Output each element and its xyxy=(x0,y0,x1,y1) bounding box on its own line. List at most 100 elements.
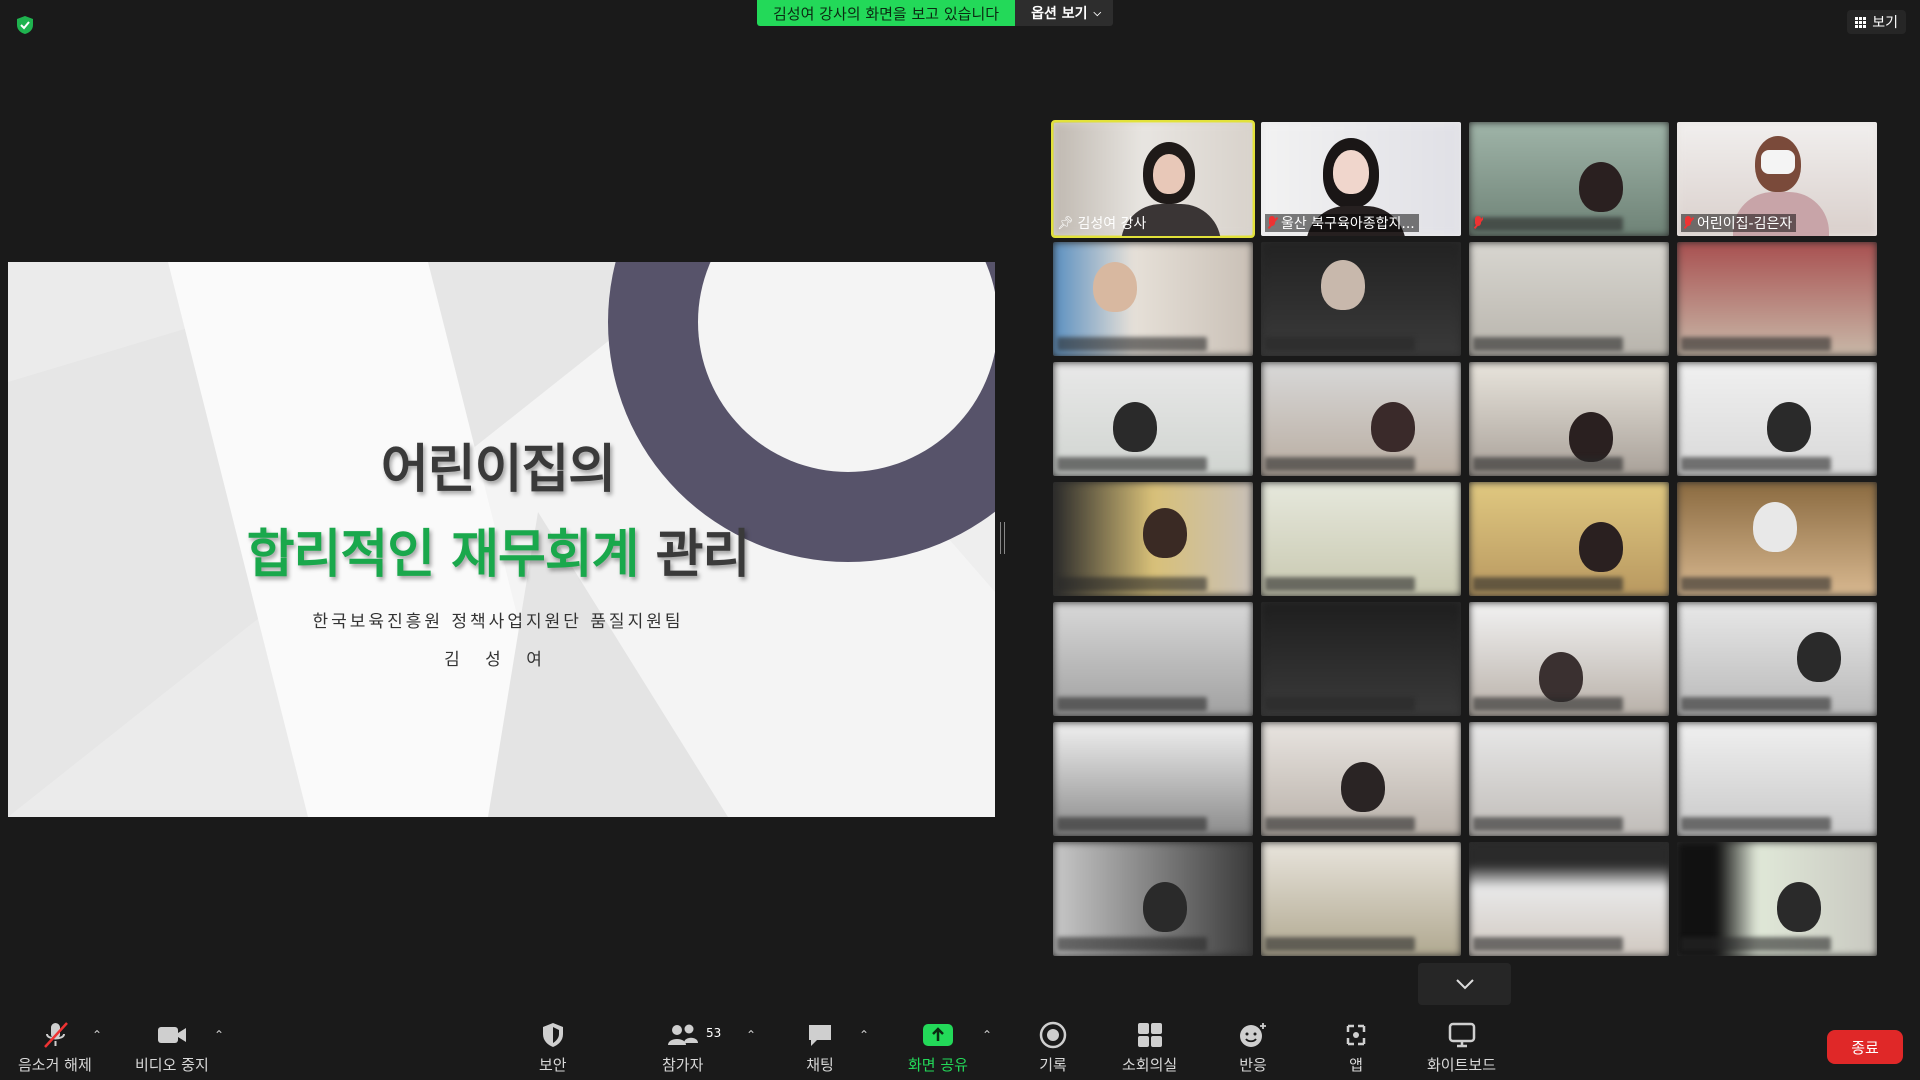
participant-tile[interactable] xyxy=(1261,362,1461,476)
split-resize-handle[interactable] xyxy=(1000,522,1005,554)
reactions-button[interactable]: 반응 xyxy=(1238,1020,1268,1075)
participant-name-label: 어린이집-김은자 xyxy=(1697,216,1793,232)
participant-tile[interactable]: 어린이집-김은자 xyxy=(1677,122,1877,236)
slide-title-dark-part: 관리 xyxy=(638,525,751,585)
participant-tile[interactable] xyxy=(1677,722,1877,836)
unmute-button[interactable]: 음소거 해제 xyxy=(18,1020,92,1075)
participant-tile[interactable] xyxy=(1677,602,1877,716)
participant-tile[interactable] xyxy=(1469,122,1669,236)
participant-tile[interactable] xyxy=(1261,242,1461,356)
muted-mic-icon xyxy=(1473,216,1483,230)
participant-tile[interactable] xyxy=(1677,242,1877,356)
unmute-label: 음소거 해제 xyxy=(18,1056,92,1074)
shield-icon xyxy=(542,1023,563,1047)
meeting-toolbar: 음소거 해제 ⌃ 비디오 중지 ⌃ 보안 참가자 53 ⌃ 채팅 ⌃ 화면 공유… xyxy=(0,1010,1920,1080)
participant-name-label: 김성여 강사 xyxy=(1077,216,1147,232)
participant-tile[interactable] xyxy=(1053,482,1253,596)
breakout-rooms-icon xyxy=(1137,1023,1162,1047)
share-banner-text: 김성여 강사의 화면을 보고 있습니다 xyxy=(757,0,1016,26)
security-label: 보안 xyxy=(539,1056,567,1074)
participant-tile[interactable] xyxy=(1053,242,1253,356)
chat-bubble-icon xyxy=(809,1025,831,1046)
whiteboard-label: 화이트보드 xyxy=(1427,1056,1497,1074)
participant-tile[interactable] xyxy=(1677,842,1877,956)
participants-icon xyxy=(667,1024,698,1045)
participant-tile[interactable] xyxy=(1469,482,1669,596)
stop-video-button[interactable]: 비디오 중지 xyxy=(135,1020,209,1075)
participant-tile[interactable] xyxy=(1261,602,1461,716)
apps-icon xyxy=(1346,1024,1366,1046)
participants-options-caret-icon[interactable]: ⌃ xyxy=(746,1028,756,1042)
slide-subtitle: 한국보육진흥원 정책사업지원단 품질지원팀 xyxy=(312,612,684,632)
participant-tile[interactable]: 울산 북구육아종합지... xyxy=(1261,122,1461,236)
participant-name: 어린이집-김은자 xyxy=(1681,214,1797,232)
participant-tile[interactable] xyxy=(1053,842,1253,956)
end-meeting-button[interactable]: 종료 xyxy=(1827,1030,1903,1064)
share-screen-label: 화면 공유 xyxy=(908,1056,968,1074)
participant-tile[interactable] xyxy=(1469,602,1669,716)
participant-tile[interactable] xyxy=(1053,722,1253,836)
pin-icon: 📌︎ xyxy=(1057,215,1074,231)
participant-name-blurred xyxy=(1473,217,1623,231)
whiteboard-icon xyxy=(1448,1022,1475,1048)
chat-label: 채팅 xyxy=(806,1056,834,1074)
participant-tile[interactable] xyxy=(1469,722,1669,836)
participant-tile[interactable]: 📌︎ 김성여 강사 xyxy=(1051,120,1255,238)
participant-tile[interactable] xyxy=(1261,722,1461,836)
chat-options-caret-icon[interactable]: ⌃ xyxy=(859,1028,869,1042)
participant-tile[interactable] xyxy=(1469,362,1669,476)
view-button-label: 보기 xyxy=(1872,15,1898,31)
participant-name xyxy=(1473,214,1483,232)
share-screen-arrow-icon xyxy=(922,1024,953,1046)
breakout-rooms-label: 소회의실 xyxy=(1122,1056,1178,1074)
breakout-rooms-button[interactable]: 소회의실 xyxy=(1122,1020,1177,1075)
record-label: 기록 xyxy=(1039,1056,1067,1074)
grid-icon xyxy=(1855,16,1867,28)
participants-label: 참가자 xyxy=(662,1056,704,1074)
apps-button[interactable]: 앱 xyxy=(1343,1020,1369,1075)
participant-tile[interactable] xyxy=(1261,842,1461,956)
chevron-down-icon xyxy=(1455,979,1474,990)
stop-video-label: 비디오 중지 xyxy=(135,1056,209,1074)
chevron-down-icon: ⌵ xyxy=(1093,7,1102,19)
gallery-scroll-down-button[interactable] xyxy=(1418,963,1511,1005)
record-button[interactable]: 기록 xyxy=(1039,1020,1067,1075)
chat-button[interactable]: 채팅 xyxy=(806,1020,834,1075)
screen-share-banner: 김성여 강사의 화면을 보고 있습니다 옵션 보기 ⌵ xyxy=(757,0,1114,26)
view-button[interactable]: 보기 xyxy=(1847,10,1906,34)
slide-title-line1: 어린이집의 xyxy=(380,440,616,500)
participant-name: 📌︎ 김성여 강사 xyxy=(1057,214,1147,233)
participant-tile[interactable] xyxy=(1469,242,1669,356)
record-icon xyxy=(1039,1021,1067,1049)
participants-button[interactable]: 참가자 xyxy=(662,1020,703,1075)
video-camera-icon xyxy=(157,1027,186,1043)
slide-title-green-part: 합리적인 재무회계 xyxy=(246,525,640,585)
participant-name-label: 울산 북구육아종합지... xyxy=(1281,216,1415,232)
audio-options-caret-icon[interactable]: ⌃ xyxy=(92,1028,102,1042)
participant-tile[interactable] xyxy=(1053,362,1253,476)
slide-title-line2: 합리적인 재무회계 관리 xyxy=(8,512,988,587)
muted-mic-icon xyxy=(43,1022,68,1048)
participant-name: 울산 북구육아종합지... xyxy=(1265,214,1419,232)
video-options-caret-icon[interactable]: ⌃ xyxy=(214,1028,224,1042)
participant-count: 53 xyxy=(706,1026,722,1040)
participant-tile[interactable] xyxy=(1469,842,1669,956)
view-options-label: 옵션 보기 xyxy=(1031,6,1088,22)
shared-screen-slide: 어린이집의 합리적인 재무회계 관리 한국보육진흥원 정책사업지원단 품질지원팀… xyxy=(8,262,995,817)
muted-mic-icon xyxy=(1267,216,1277,230)
security-button[interactable]: 보안 xyxy=(539,1020,567,1075)
smiley-plus-icon xyxy=(1240,1023,1266,1047)
participant-tile[interactable] xyxy=(1053,602,1253,716)
participant-tile[interactable] xyxy=(1677,482,1877,596)
whiteboard-button[interactable]: 화이트보드 xyxy=(1427,1020,1496,1075)
participant-tile[interactable] xyxy=(1261,482,1461,596)
muted-mic-icon xyxy=(1683,216,1693,230)
participant-gallery: 📌︎ 김성여 강사 울산 북구육아종합지... 어린이집-김은자 xyxy=(1051,120,1877,956)
reactions-label: 반응 xyxy=(1239,1056,1267,1074)
share-screen-button[interactable]: 화면 공유 xyxy=(908,1020,968,1075)
share-options-caret-icon[interactable]: ⌃ xyxy=(982,1028,992,1042)
apps-label: 앱 xyxy=(1349,1056,1363,1074)
security-shield-icon[interactable] xyxy=(14,14,36,36)
participant-tile[interactable] xyxy=(1677,362,1877,476)
view-options-button[interactable]: 옵션 보기 ⌵ xyxy=(1015,0,1114,26)
